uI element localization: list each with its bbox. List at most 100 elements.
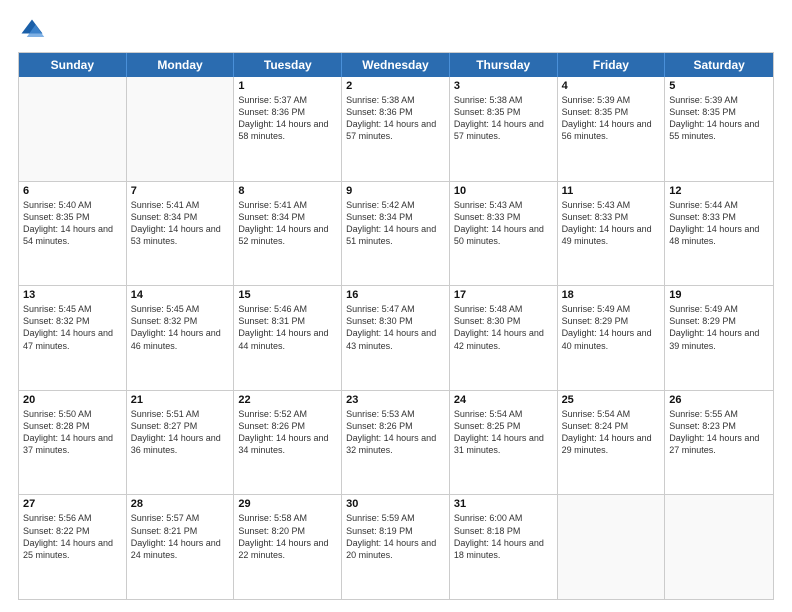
sunrise-text: Sunrise: 5:49 AM [562, 303, 661, 315]
day-header-wednesday: Wednesday [342, 53, 450, 77]
daylight-text: Daylight: 14 hours and 29 minutes. [562, 432, 661, 456]
daylight-text: Daylight: 14 hours and 25 minutes. [23, 537, 122, 561]
day-cell-27: 27Sunrise: 5:56 AMSunset: 8:22 PMDayligh… [19, 495, 127, 599]
day-cell-29: 29Sunrise: 5:58 AMSunset: 8:20 PMDayligh… [234, 495, 342, 599]
sunrise-text: Sunrise: 5:47 AM [346, 303, 445, 315]
daylight-text: Daylight: 14 hours and 58 minutes. [238, 118, 337, 142]
day-cell-24: 24Sunrise: 5:54 AMSunset: 8:25 PMDayligh… [450, 391, 558, 495]
day-number: 5 [669, 80, 769, 92]
day-number: 19 [669, 289, 769, 301]
sunrise-text: Sunrise: 5:45 AM [131, 303, 230, 315]
day-header-sunday: Sunday [19, 53, 127, 77]
day-number: 28 [131, 498, 230, 510]
day-header-friday: Friday [558, 53, 666, 77]
sunrise-text: Sunrise: 5:57 AM [131, 512, 230, 524]
day-number: 26 [669, 394, 769, 406]
sunset-text: Sunset: 8:30 PM [454, 315, 553, 327]
daylight-text: Daylight: 14 hours and 36 minutes. [131, 432, 230, 456]
calendar-week-3: 13Sunrise: 5:45 AMSunset: 8:32 PMDayligh… [19, 286, 773, 391]
daylight-text: Daylight: 14 hours and 57 minutes. [346, 118, 445, 142]
sunset-text: Sunset: 8:28 PM [23, 420, 122, 432]
day-number: 10 [454, 185, 553, 197]
sunrise-text: Sunrise: 5:43 AM [562, 199, 661, 211]
sunset-text: Sunset: 8:31 PM [238, 315, 337, 327]
sunset-text: Sunset: 8:29 PM [669, 315, 769, 327]
sunset-text: Sunset: 8:36 PM [238, 106, 337, 118]
sunrise-text: Sunrise: 6:00 AM [454, 512, 553, 524]
day-header-tuesday: Tuesday [234, 53, 342, 77]
daylight-text: Daylight: 14 hours and 50 minutes. [454, 223, 553, 247]
day-number: 21 [131, 394, 230, 406]
day-cell-28: 28 Sunrise: 5:57 AMSunset: 8:21 PMDayligh… [127, 495, 235, 599]
logo [18, 16, 50, 44]
sunset-text: Sunset: 8:29 PM [562, 315, 661, 327]
calendar-week-2: 6Sunrise: 5:40 AMSunset: 8:35 PMDaylight… [19, 182, 773, 287]
day-cell-12: 12Sunrise: 5:44 AMSunset: 8:33 PMDayligh… [665, 182, 773, 286]
day-cell-22: 22Sunrise: 5:52 AMSunset: 8:26 PMDayligh… [234, 391, 342, 495]
daylight-text: Daylight: 14 hours and 18 minutes. [454, 537, 553, 561]
day-cell-11: 11Sunrise: 5:43 AMSunset: 8:33 PMDayligh… [558, 182, 666, 286]
daylight-text: Daylight: 14 hours and 32 minutes. [346, 432, 445, 456]
sunrise-text: Sunrise: 5:54 AM [562, 408, 661, 420]
sunrise-text: Sunrise: 5:41 AM [238, 199, 337, 211]
sunset-text: Sunset: 8:22 PM [23, 525, 122, 537]
daylight-text: Daylight: 14 hours and 51 minutes. [346, 223, 445, 247]
sunset-text: Sunset: 8:34 PM [131, 211, 230, 223]
day-number: 12 [669, 185, 769, 197]
calendar-body: 1Sunrise: 5:37 AMSunset: 8:36 PMDaylight… [19, 77, 773, 599]
sunrise-text: Sunrise: 5:51 AM [131, 408, 230, 420]
daylight-text: Daylight: 14 hours and 55 minutes. [669, 118, 769, 142]
sunrise-text: Sunrise: 5:37 AM [238, 94, 337, 106]
sunset-text: Sunset: 8:26 PM [346, 420, 445, 432]
daylight-text: Daylight: 14 hours and 48 minutes. [669, 223, 769, 247]
day-number: 6 [23, 185, 122, 197]
sunrise-text: Sunrise: 5:38 AM [346, 94, 445, 106]
sunset-text: Sunset: 8:35 PM [23, 211, 122, 223]
day-cell-21: 21Sunrise: 5:51 AMSunset: 8:27 PMDayligh… [127, 391, 235, 495]
daylight-text: Daylight: 14 hours and 37 minutes. [23, 432, 122, 456]
sunrise-text: Sunrise: 5:38 AM [454, 94, 553, 106]
day-number: 18 [562, 289, 661, 301]
day-cell-9: 9Sunrise: 5:42 AMSunset: 8:34 PMDaylight… [342, 182, 450, 286]
day-cell-14: 14 Sunrise: 5:45 AMSunset: 8:32 PMDayligh… [127, 286, 235, 390]
day-number: 27 [23, 498, 122, 510]
day-number: 30 [346, 498, 445, 510]
daylight-text: Daylight: 14 hours and 24 minutes. [131, 537, 230, 561]
sunset-text: Sunset: 8:35 PM [454, 106, 553, 118]
day-header-monday: Monday [127, 53, 235, 77]
day-cell-5: 5Sunrise: 5:39 AMSunset: 8:35 PMDaylight… [665, 77, 773, 181]
daylight-text: Daylight: 14 hours and 39 minutes. [669, 327, 769, 351]
daylight-text: Daylight: 14 hours and 49 minutes. [562, 223, 661, 247]
sunset-text: Sunset: 8:24 PM [562, 420, 661, 432]
sunset-text: Sunset: 8:23 PM [669, 420, 769, 432]
day-number: 2 [346, 80, 445, 92]
day-cell-empty [19, 77, 127, 181]
day-number: 23 [346, 394, 445, 406]
sunset-text: Sunset: 8:32 PM [131, 315, 230, 327]
daylight-text: Daylight: 14 hours and 22 minutes. [238, 537, 337, 561]
sunset-text: Sunset: 8:35 PM [562, 106, 661, 118]
sunrise-text: Sunrise: 5:54 AM [454, 408, 553, 420]
sunset-text: Sunset: 8:21 PM [131, 525, 230, 537]
sunrise-text: Sunrise: 5:48 AM [454, 303, 553, 315]
day-cell-19: 19Sunrise: 5:49 AMSunset: 8:29 PMDayligh… [665, 286, 773, 390]
day-cell-20: 20Sunrise: 5:50 AMSunset: 8:28 PMDayligh… [19, 391, 127, 495]
day-cell-25: 25Sunrise: 5:54 AMSunset: 8:24 PMDayligh… [558, 391, 666, 495]
day-number: 15 [238, 289, 337, 301]
day-cell-16: 16Sunrise: 5:47 AMSunset: 8:30 PMDayligh… [342, 286, 450, 390]
day-cell-1: 1Sunrise: 5:37 AMSunset: 8:36 PMDaylight… [234, 77, 342, 181]
sunset-text: Sunset: 8:33 PM [562, 211, 661, 223]
day-cell-7: 7Sunrise: 5:41 AMSunset: 8:34 PMDaylight… [127, 182, 235, 286]
daylight-text: Daylight: 14 hours and 56 minutes. [562, 118, 661, 142]
day-number: 14 [131, 289, 230, 301]
day-number: 16 [346, 289, 445, 301]
daylight-text: Daylight: 14 hours and 20 minutes. [346, 537, 445, 561]
sunset-text: Sunset: 8:25 PM [454, 420, 553, 432]
daylight-text: Daylight: 14 hours and 46 minutes. [131, 327, 230, 351]
sunrise-text: Sunrise: 5:39 AM [669, 94, 769, 106]
daylight-text: Daylight: 14 hours and 43 minutes. [346, 327, 445, 351]
day-cell-10: 10Sunrise: 5:43 AMSunset: 8:33 PMDayligh… [450, 182, 558, 286]
day-cell-empty [127, 77, 235, 181]
day-number: 20 [23, 394, 122, 406]
day-cell-30: 30Sunrise: 5:59 AMSunset: 8:19 PMDayligh… [342, 495, 450, 599]
